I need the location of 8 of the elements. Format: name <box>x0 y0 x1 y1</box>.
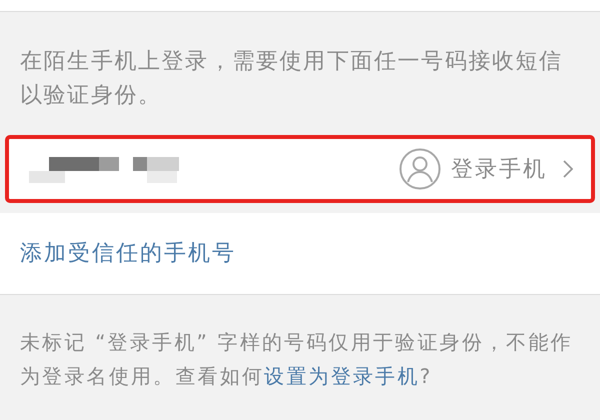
intro-text: 在陌生手机上登录，需要使用下面任一号码接收短信以验证身份。 <box>20 48 564 110</box>
user-icon <box>399 148 441 190</box>
note-text: 未标记 “登录手机” 字样的号码仅用于验证身份，不能作为登录名使用。查看如何设置为登录手机? <box>20 329 574 390</box>
login-phone-label: 登录手机 <box>451 156 547 184</box>
chevron-right-icon <box>563 160 573 178</box>
phone-row[interactable]: 登录手机 <box>5 135 595 203</box>
set-login-phone-link[interactable]: 设置为登录手机 <box>264 364 420 388</box>
add-trusted-phone-link[interactable]: 添加受信任的手机号 <box>20 237 236 270</box>
